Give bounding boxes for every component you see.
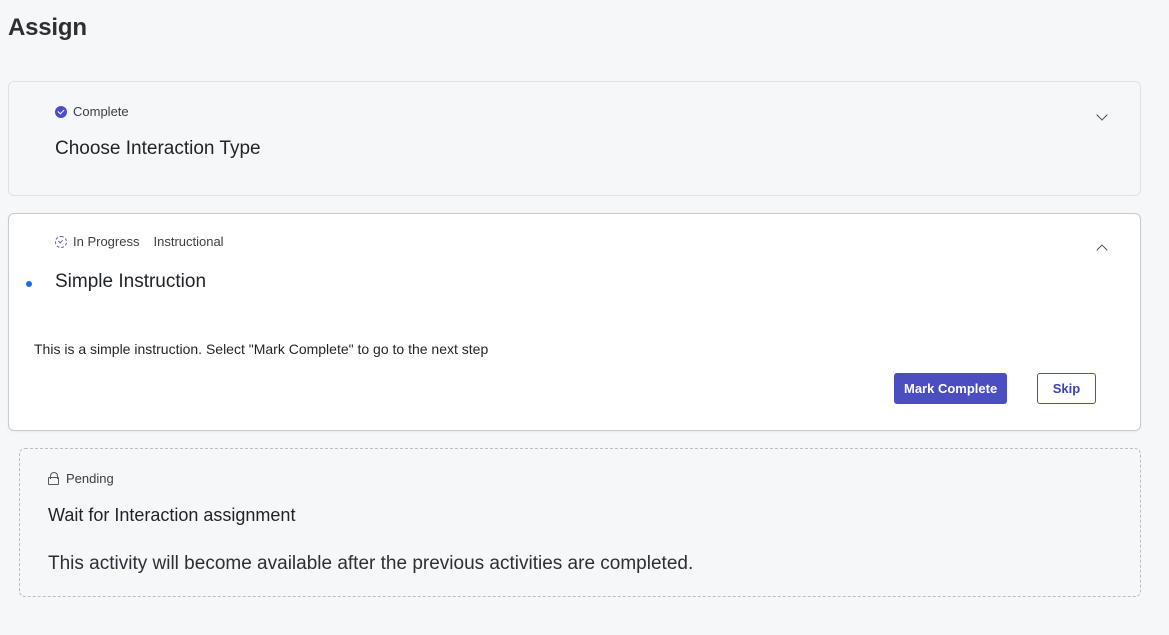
- mark-complete-button[interactable]: Mark Complete: [894, 373, 1008, 404]
- page-title: Assign: [8, 14, 87, 41]
- step-title: Simple Instruction: [55, 271, 207, 292]
- step-type-tag: Instructional: [153, 234, 224, 249]
- in-progress-icon: [55, 235, 67, 248]
- step-status: In Progress Instructional: [55, 234, 224, 249]
- lock-icon: [48, 472, 60, 485]
- current-step-dot-icon: [26, 281, 32, 287]
- skip-button[interactable]: Skip: [1037, 373, 1096, 404]
- assign-page: Assign Complete Choose Interaction Type …: [0, 0, 1169, 635]
- step-title: Wait for Interaction assignment: [48, 505, 296, 525]
- chevron-down-icon[interactable]: [1096, 109, 1108, 121]
- chevron-up-icon[interactable]: [1096, 244, 1108, 256]
- status-label: Pending: [66, 471, 114, 486]
- status-label: In Progress: [73, 234, 140, 249]
- step-card-complete[interactable]: Complete Choose Interaction Type: [8, 81, 1141, 196]
- check-circle-icon: [55, 105, 67, 118]
- step-status: Complete: [55, 104, 129, 119]
- status-label: Complete: [73, 104, 129, 119]
- step-title: Choose Interaction Type: [55, 138, 261, 159]
- step-card-in-progress: In Progress Instructional Simple Instruc…: [8, 213, 1141, 431]
- step-description: This activity will become available afte…: [48, 553, 694, 574]
- step-card-pending: Pending Wait for Interaction assignment …: [19, 448, 1141, 597]
- step-status: Pending: [48, 471, 114, 486]
- step-description: This is a simple instruction. Select "Ma…: [34, 341, 489, 357]
